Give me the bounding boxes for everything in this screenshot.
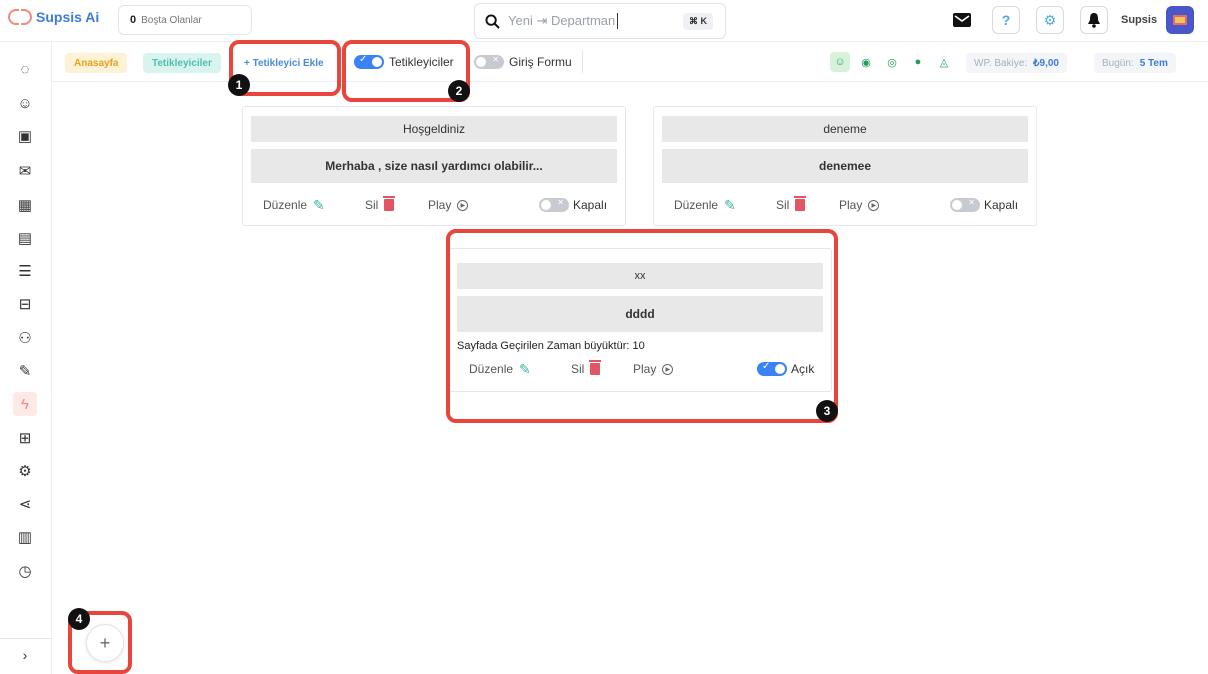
wp-balance-label: WP. Bakiye: xyxy=(974,57,1028,69)
sidebar: ◌ ☺ ▣ ✉ ▦ ▤ ☰ ⊟ ⚇ ✎ ϟ ⊞ ⚙ ⋖ ▥ ◷ › xyxy=(0,42,52,674)
status-toggle-switch[interactable] xyxy=(950,198,980,212)
status-toggle[interactable]: Kapalı xyxy=(950,198,1018,212)
trigger-title: deneme xyxy=(662,116,1028,142)
annotation-badge: 3 xyxy=(816,400,838,422)
signal-icon[interactable]: ◬ xyxy=(934,52,954,72)
gear-icon[interactable]: ⚙ xyxy=(1036,6,1064,34)
delete-label: Sil xyxy=(776,198,790,212)
text-caret xyxy=(617,13,619,29)
logo[interactable]: Supsis Ai xyxy=(8,9,99,25)
play-label: Play xyxy=(428,198,452,212)
edit-label: Düzenle xyxy=(263,198,308,212)
idle-label: Boşta Olanlar xyxy=(141,14,202,26)
avatar[interactable] xyxy=(1166,6,1194,34)
channel-status-icons: ☺ ◉ ◎ ● ◬ xyxy=(830,52,954,72)
today-label: Bugün: xyxy=(1102,57,1134,69)
status-label: Kapalı xyxy=(573,198,608,212)
play-button[interactable]: Play ▶ xyxy=(428,198,469,212)
trash-icon xyxy=(383,196,396,211)
annotation-badge: 2 xyxy=(448,80,470,102)
today-value: 5 Tem xyxy=(1139,57,1168,69)
apps-grid-icon[interactable]: ⊞ xyxy=(13,426,37,450)
status-label: Kapalı xyxy=(984,198,1019,212)
annotation-badge: 4 xyxy=(68,608,90,630)
settings-icon[interactable]: ⚙ xyxy=(13,459,37,483)
share-icon[interactable]: ⋖ xyxy=(13,492,37,516)
pencil-icon: ✎ xyxy=(313,196,325,213)
today-date: Bugün: 5 Tem xyxy=(1094,53,1176,73)
idle-count: 0 xyxy=(130,14,137,26)
trigger-card: deneme denemee Düzenle ✎ Sil Play ▶ Kapa… xyxy=(653,106,1037,226)
trigger-title: Hoşgeldiniz xyxy=(251,116,617,142)
play-button[interactable]: Play ▶ xyxy=(839,198,880,212)
idle-agents-pill[interactable]: 0 Boşta Olanlar xyxy=(118,5,252,35)
trash-icon xyxy=(794,196,807,211)
delete-button[interactable]: Sil xyxy=(365,196,396,212)
search-shortcut: ⌘ K xyxy=(683,13,713,30)
mail-sidebar-icon[interactable]: ✉ xyxy=(13,159,37,183)
login-form-toggle[interactable]: Giriş Formu xyxy=(474,55,572,69)
mail-icon[interactable] xyxy=(948,6,976,34)
search-placeholder: Yeni ⇥ Departman xyxy=(508,13,616,28)
login-form-toggle-label: Giriş Formu xyxy=(509,55,572,69)
search-bar[interactable]: Yeni ⇥ Departman ⌘ K xyxy=(474,3,726,39)
whatsapp-icon[interactable]: ◎ xyxy=(882,52,902,72)
wifi-icon[interactable]: ◉ xyxy=(856,52,876,72)
sidebar-divider xyxy=(0,638,52,639)
toolbar-divider xyxy=(582,51,583,73)
calendar-icon[interactable]: ▦ xyxy=(13,193,37,217)
sms-icon[interactable]: ● xyxy=(908,52,928,72)
pen-icon[interactable]: ✎ xyxy=(13,359,37,383)
trigger-message: Merhaba , size nasıl yardımcı olabilir..… xyxy=(251,149,617,183)
inbox-icon[interactable]: ⊟ xyxy=(13,292,37,316)
annotation-box-active-trigger xyxy=(446,229,838,423)
breadcrumb-triggers[interactable]: Tetikleyiciler xyxy=(143,53,221,73)
store-icon[interactable]: ▥ xyxy=(13,525,37,549)
annotation-badge: 1 xyxy=(228,74,250,96)
edit-button[interactable]: Düzenle ✎ xyxy=(263,197,325,214)
clock-icon[interactable]: ◷ xyxy=(13,559,37,583)
bell-icon[interactable] xyxy=(1080,6,1108,34)
document-icon[interactable]: ▤ xyxy=(13,226,37,250)
trigger-toolbar: Anasayfa Tetikleyiciler + Tetikleyici Ek… xyxy=(52,42,1208,82)
wp-balance-value: ₺9,00 xyxy=(1033,57,1059,69)
help-icon[interactable]: ? xyxy=(992,6,1020,34)
kanban-icon[interactable]: ☰ xyxy=(13,259,37,283)
delete-button[interactable]: Sil xyxy=(776,196,807,212)
app-name: Supsis Ai xyxy=(36,9,100,25)
trigger-message: denemee xyxy=(662,149,1028,183)
avatar-image xyxy=(1173,15,1187,25)
lightning-icon[interactable]: ϟ xyxy=(13,392,37,416)
play-icon: ▶ xyxy=(868,199,880,211)
play-label: Play xyxy=(839,198,863,212)
login-form-toggle-switch[interactable] xyxy=(474,55,504,69)
edit-label: Düzenle xyxy=(674,198,719,212)
bot-icon[interactable]: ☺ xyxy=(13,91,37,115)
breadcrumb-home[interactable]: Anasayfa xyxy=(65,53,128,73)
username[interactable]: Supsis xyxy=(1121,14,1157,26)
logo-icon xyxy=(8,9,32,25)
chevron-right-icon[interactable]: › xyxy=(13,645,37,665)
trigger-actions: Düzenle ✎ Sil Play ▶ Kapalı xyxy=(243,195,625,215)
top-bar: Supsis Ai 0 Boşta Olanlar Yeni ⇥ Departm… xyxy=(0,0,1208,42)
edit-button[interactable]: Düzenle ✎ xyxy=(674,197,736,214)
trigger-card: Hoşgeldiniz Merhaba , size nasıl yardımc… xyxy=(242,106,626,226)
play-icon: ▶ xyxy=(457,199,469,211)
chat-icon[interactable]: ◌ xyxy=(13,57,37,81)
contact-card-icon[interactable]: ▣ xyxy=(13,124,37,148)
status-toggle[interactable]: Kapalı xyxy=(539,198,607,212)
trigger-actions: Düzenle ✎ Sil Play ▶ Kapalı xyxy=(654,195,1036,215)
pencil-icon: ✎ xyxy=(724,196,736,213)
search-icon xyxy=(485,13,500,29)
wp-balance: WP. Bakiye: ₺9,00 xyxy=(966,53,1067,73)
users-icon[interactable]: ⚇ xyxy=(13,326,37,350)
bot-status-icon[interactable]: ☺ xyxy=(830,52,850,72)
delete-label: Sil xyxy=(365,198,379,212)
status-toggle-switch[interactable] xyxy=(539,198,569,212)
